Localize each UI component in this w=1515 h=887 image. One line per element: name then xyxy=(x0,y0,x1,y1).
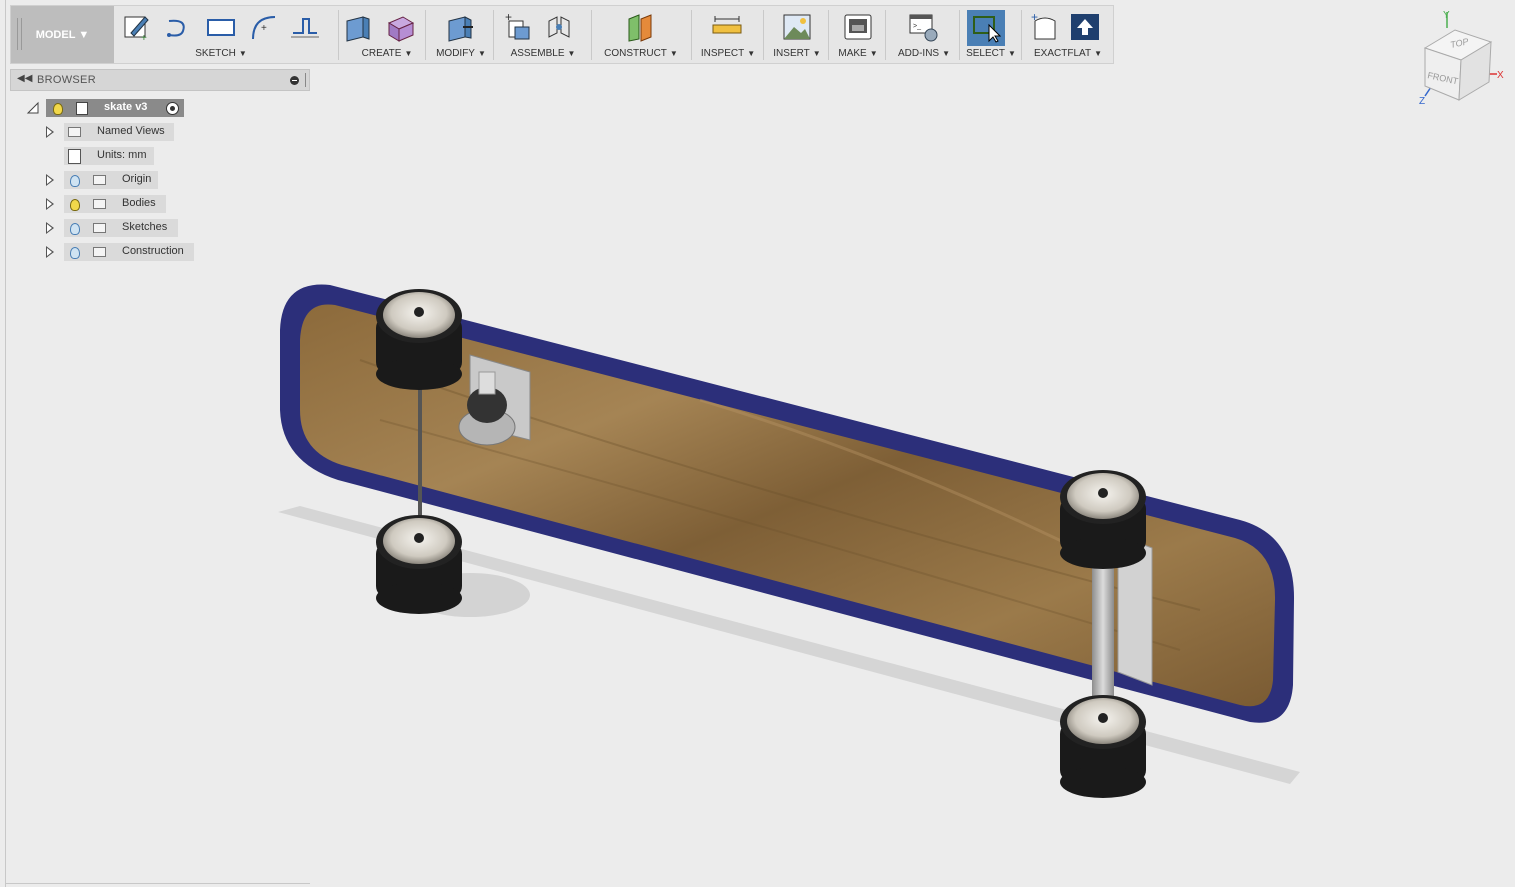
expand-triangle-icon[interactable] xyxy=(46,174,54,186)
exactflat-menu-label[interactable]: EXACTFLAT xyxy=(1034,48,1091,59)
insert-menu-label[interactable]: INSERT xyxy=(773,48,810,59)
browser-item-origin[interactable]: Origin xyxy=(44,171,174,189)
exactflat-upload-icon[interactable] xyxy=(1069,11,1101,43)
folder-icon xyxy=(93,247,106,257)
wheel-rear-top xyxy=(1060,470,1146,569)
folder-icon xyxy=(93,223,106,233)
rectangle-icon[interactable] xyxy=(205,11,237,43)
select-menu-label[interactable]: SELECT xyxy=(966,48,1005,59)
folder-icon xyxy=(93,199,106,209)
browser-title: BROWSER xyxy=(37,74,96,86)
insert-group[interactable]: INSERT ▼ xyxy=(767,6,827,63)
axis-x-label: X xyxy=(1497,70,1504,81)
inspect-menu-label[interactable]: INSPECT xyxy=(701,48,744,59)
insert-image-icon[interactable] xyxy=(781,11,813,43)
wheel-front-top xyxy=(376,289,462,390)
assemble-group[interactable]: + ASSEMBLE ▼ xyxy=(497,6,589,63)
root-component-name[interactable]: skate v3 xyxy=(104,101,147,113)
modify-menu-label[interactable]: MODIFY xyxy=(436,48,475,59)
select-group[interactable]: SELECT ▼ xyxy=(961,6,1021,63)
create-group[interactable]: CREATE ▼ xyxy=(341,6,433,63)
browser-resize-grip[interactable] xyxy=(305,73,308,87)
svg-text:+: + xyxy=(505,11,512,24)
visibility-bulb-icon[interactable] xyxy=(70,223,80,235)
extrude-icon[interactable] xyxy=(343,11,375,43)
browser-item-named-views[interactable]: Named Views xyxy=(44,123,184,141)
toolbar-grip[interactable] xyxy=(17,18,22,50)
model-scene[interactable] xyxy=(0,0,1515,887)
browser-item-sketches[interactable]: Sketches xyxy=(44,219,184,237)
sketch-menu-label[interactable]: SKETCH xyxy=(195,48,236,59)
line-icon[interactable] xyxy=(163,11,195,43)
workspace-switcher[interactable]: MODEL ▼ xyxy=(11,6,114,63)
browser-item-label: Units: mm xyxy=(97,149,147,161)
svg-text:+: + xyxy=(1031,11,1038,24)
sketch-group[interactable]: + + SKETCH ▼ xyxy=(121,6,331,63)
workspace-label: MODEL xyxy=(35,28,76,41)
modify-group[interactable]: MODIFY ▼ xyxy=(429,6,493,63)
collapse-browser-icon[interactable]: ◀◀ xyxy=(17,73,32,84)
exactflat-group[interactable]: + EXACTFLAT ▼ xyxy=(1023,6,1113,63)
svg-text:+: + xyxy=(261,23,267,34)
new-component-icon[interactable]: + xyxy=(501,11,533,43)
expand-triangle-icon[interactable] xyxy=(46,222,54,234)
browser-item-label: Origin xyxy=(122,173,152,185)
select-icon xyxy=(973,16,1001,43)
svg-text:>_: >_ xyxy=(913,23,921,30)
browser-item-label: Named Views xyxy=(97,125,165,137)
press-pull-icon[interactable] xyxy=(443,11,475,43)
offset-plane-icon[interactable] xyxy=(625,11,657,43)
visibility-bulb-icon[interactable] xyxy=(70,247,80,259)
motor-assembly xyxy=(458,354,531,446)
browser-minimize-icon[interactable] xyxy=(290,76,299,85)
browser-header[interactable]: ◀◀ BROWSER xyxy=(10,69,310,91)
exactflat-new-icon[interactable]: + xyxy=(1029,11,1061,43)
construct-group[interactable]: CONSTRUCT ▼ xyxy=(595,6,687,63)
3d-print-icon[interactable] xyxy=(842,11,874,43)
axis-y-label: Y xyxy=(1443,10,1450,21)
browser-item-units[interactable]: Units: mm xyxy=(44,147,164,165)
make-group[interactable]: MAKE ▼ xyxy=(831,6,885,63)
visibility-bulb-icon[interactable] xyxy=(70,199,80,211)
wheel-rear-bottom xyxy=(1060,695,1146,798)
svg-text:+: + xyxy=(141,33,147,43)
addins-group[interactable]: >_ ADD-INS ▼ xyxy=(887,6,961,63)
joint-icon[interactable] xyxy=(543,11,575,43)
component-icon xyxy=(76,102,88,115)
scripts-addins-icon[interactable]: >_ xyxy=(907,11,939,43)
visibility-bulb-icon[interactable] xyxy=(53,103,63,115)
main-toolbar: MODEL ▼ + + SKETCH ▼ CREATE ▼ MODIFY ▼ + ASS xyxy=(10,5,1114,64)
wheel-front-bottom xyxy=(376,515,462,614)
browser-item-label: Sketches xyxy=(122,221,168,233)
activate-radio-icon[interactable] xyxy=(166,102,179,115)
browser-item-label: Bodies xyxy=(122,197,156,209)
create-menu-label[interactable]: CREATE xyxy=(362,48,402,59)
expanded-triangle-icon[interactable] xyxy=(26,101,40,115)
arc-icon[interactable]: + xyxy=(247,11,279,43)
inspect-group[interactable]: INSPECT ▼ xyxy=(695,6,761,63)
browser-item-label: Construction xyxy=(122,245,184,257)
viewcube[interactable]: TOP FRONT Y X Z xyxy=(1415,8,1510,108)
expand-triangle-icon[interactable] xyxy=(46,126,54,138)
make-menu-label[interactable]: MAKE xyxy=(838,48,866,59)
select-tool-active[interactable] xyxy=(967,10,1005,46)
construct-menu-label[interactable]: CONSTRUCT xyxy=(604,48,667,59)
browser-item-bodies[interactable]: Bodies xyxy=(44,195,174,213)
visibility-bulb-icon[interactable] xyxy=(70,175,80,187)
axis-z-label: Z xyxy=(1419,96,1425,107)
assemble-menu-label[interactable]: ASSEMBLE xyxy=(511,48,565,59)
create-sketch-icon[interactable]: + xyxy=(121,11,153,43)
measure-icon[interactable] xyxy=(711,11,743,43)
folder-icon xyxy=(93,175,106,185)
browser-root-node[interactable]: skate v3 xyxy=(26,99,186,117)
addins-menu-label[interactable]: ADD-INS xyxy=(898,48,939,59)
expand-triangle-icon[interactable] xyxy=(46,198,54,210)
document-settings-icon xyxy=(68,149,81,164)
stop-sketch-icon[interactable] xyxy=(289,11,321,43)
browser-item-construction[interactable]: Construction xyxy=(44,243,204,261)
form-icon[interactable] xyxy=(385,11,417,43)
expand-triangle-icon[interactable] xyxy=(46,246,54,258)
folder-icon xyxy=(68,127,81,137)
